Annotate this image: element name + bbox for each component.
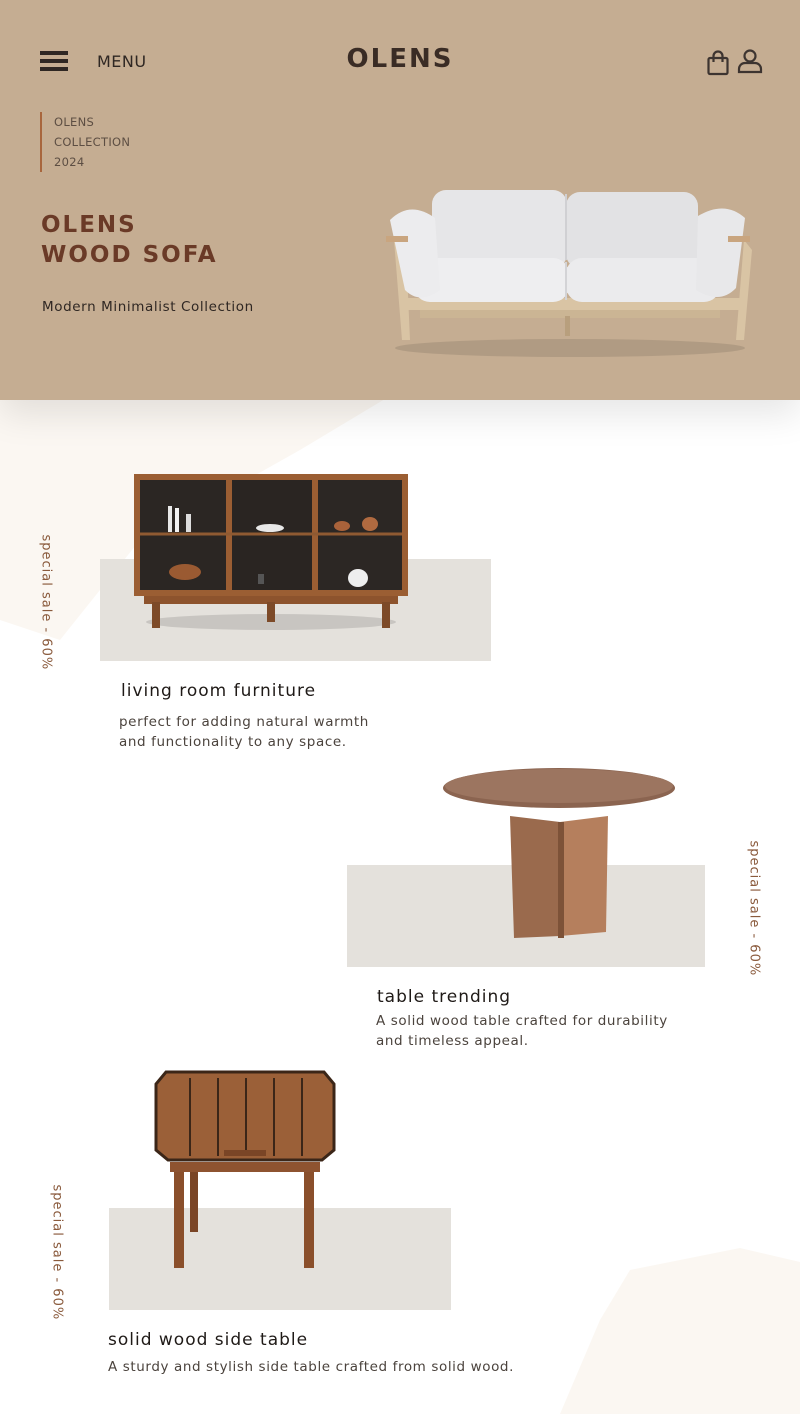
- hero-subtitle: Modern Minimalist Collection: [42, 299, 254, 315]
- product-1-title[interactable]: living room furniture: [121, 681, 316, 701]
- product-1-description: perfect for adding natural warmth and fu…: [119, 712, 369, 752]
- product-2-desc-line: A solid wood table crafted for durabilit…: [376, 1013, 668, 1029]
- shopping-bag-icon[interactable]: [706, 50, 730, 76]
- hero-section: MENU OLENS OLENS COLLECTION 2024 OLENS W…: [0, 0, 800, 400]
- product-2-desc-line: and timeless appeal.: [376, 1033, 529, 1049]
- menu-label: MENU: [97, 52, 147, 71]
- product-3-description: A sturdy and stylish side table crafted …: [108, 1357, 514, 1377]
- product-3-title[interactable]: solid wood side table: [108, 1330, 308, 1350]
- menu-icon: [40, 51, 68, 71]
- product-2-title[interactable]: table trending: [377, 987, 511, 1007]
- collection-tag: OLENS COLLECTION 2024: [40, 112, 130, 172]
- user-icon[interactable]: [737, 48, 763, 74]
- menu-button[interactable]: MENU: [40, 49, 160, 73]
- side-table-image[interactable]: [152, 1068, 338, 1274]
- background-blob-right: [560, 1248, 800, 1414]
- hero-title: OLENS WOOD SOFA: [41, 210, 218, 270]
- collection-line: 2024: [54, 155, 85, 169]
- collection-line: COLLECTION: [54, 135, 131, 149]
- product-3-sale-badge: special sale - 60%: [49, 1184, 65, 1321]
- product-1-sale-badge: special sale - 60%: [38, 534, 54, 671]
- brand-logo[interactable]: OLENS: [300, 44, 500, 74]
- sofa-image: [386, 190, 752, 357]
- collection-line: OLENS: [54, 115, 95, 129]
- product-1-desc-line: and functionality to any space.: [119, 734, 347, 750]
- hero-title-line: OLENS: [41, 212, 137, 238]
- product-1-desc-line: perfect for adding natural warmth: [119, 714, 369, 730]
- product-3-desc-line: A sturdy and stylish side table crafted …: [108, 1359, 514, 1375]
- round-table-image[interactable]: [440, 766, 678, 942]
- product-2-description: A solid wood table crafted for durabilit…: [376, 1011, 668, 1051]
- product-2-sale-badge: special sale - 60%: [746, 840, 762, 977]
- hero-title-line: WOOD SOFA: [41, 242, 218, 268]
- sideboard-image[interactable]: [130, 470, 412, 635]
